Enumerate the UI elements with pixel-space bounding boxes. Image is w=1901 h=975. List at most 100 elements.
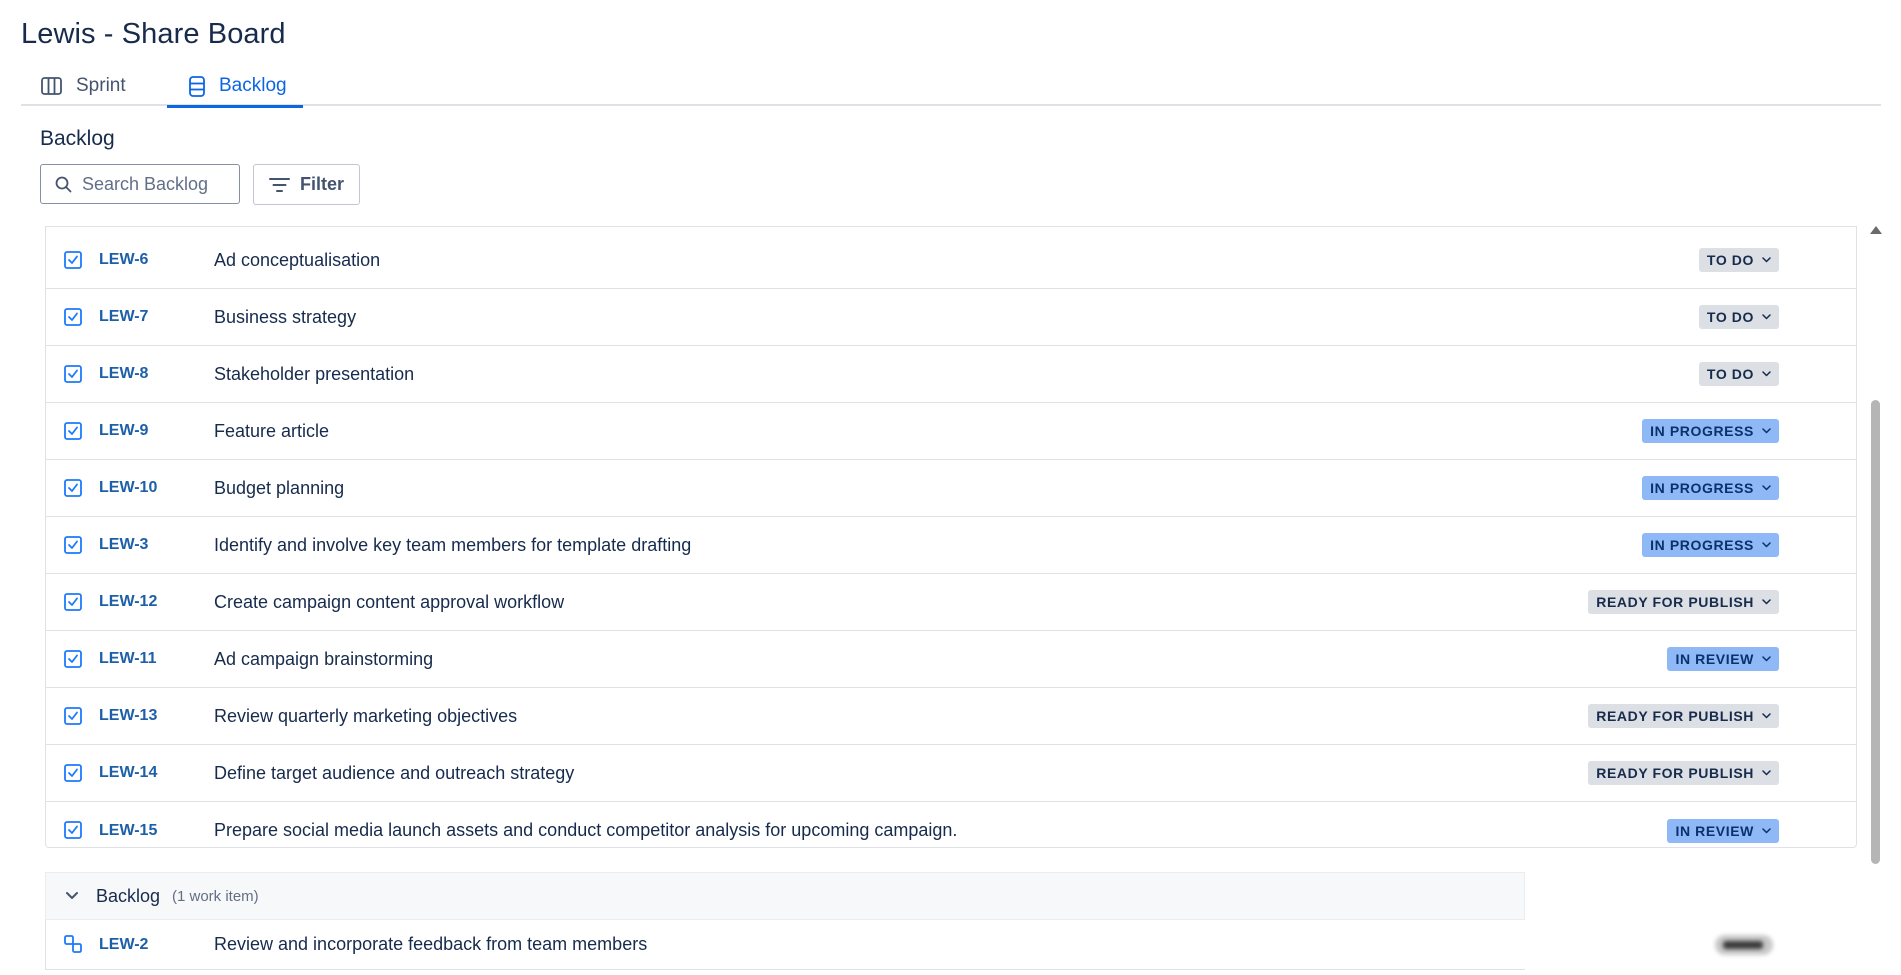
work-item-row[interactable]: LEW-9 Feature article IN PROGRESS xyxy=(46,403,1856,460)
chevron-down-icon xyxy=(1762,485,1771,491)
checkbox-task-icon xyxy=(64,821,82,839)
list-top-divider xyxy=(46,226,1856,227)
tab-sprint-label: Sprint xyxy=(76,75,126,96)
section-heading: Backlog xyxy=(40,127,115,150)
scroll-up-icon[interactable] xyxy=(1870,226,1882,234)
backlog-item-key[interactable]: LEW-2 xyxy=(99,936,148,954)
backlog-section-header[interactable]: Backlog (1 work item) xyxy=(45,872,1525,920)
status-dropdown[interactable]: READY FOR PUBLISH xyxy=(1588,590,1779,614)
checkbox-task-icon xyxy=(64,707,82,725)
work-item-row[interactable]: LEW-12 Create campaign content approval w… xyxy=(46,574,1856,631)
work-item-summary[interactable]: Define target audience and outreach stra… xyxy=(214,763,574,784)
status-dropdown[interactable]: IN PROGRESS xyxy=(1642,476,1779,500)
work-item-summary[interactable]: Prepare social media launch assets and c… xyxy=(214,820,957,841)
search-box[interactable] xyxy=(40,164,240,204)
chevron-down-icon xyxy=(1762,770,1771,776)
work-item-list: LEW-6 Ad conceptualisation TO DO LEW-7 Busin… xyxy=(45,226,1857,848)
work-item-summary[interactable]: Budget planning xyxy=(214,478,344,499)
work-item-key[interactable]: LEW-9 xyxy=(99,422,148,440)
checkbox-task-icon xyxy=(64,422,82,440)
checkbox-task-icon xyxy=(64,536,82,554)
search-input[interactable] xyxy=(82,173,232,195)
status-badge-obscured[interactable] xyxy=(1715,935,1773,955)
work-item-row[interactable]: LEW-3 Identify and involve key team membe… xyxy=(46,517,1856,574)
backlog-list-icon xyxy=(189,75,205,97)
chevron-down-icon xyxy=(1762,371,1771,377)
work-item-key[interactable]: LEW-6 xyxy=(99,251,148,269)
status-label: READY FOR PUBLISH xyxy=(1596,708,1754,724)
work-item-row[interactable]: LEW-14 Define target audience and outreac… xyxy=(46,745,1856,802)
chevron-down-icon xyxy=(1762,314,1771,320)
status-label: TO DO xyxy=(1706,252,1754,268)
work-item-row[interactable]: LEW-15 Prepare social media launch assets… xyxy=(46,802,1856,859)
work-item-row[interactable]: LEW-11 Ad campaign brainstorming IN REVIEW xyxy=(46,631,1856,688)
work-item-key[interactable]: LEW-12 xyxy=(99,593,157,611)
chevron-down-icon xyxy=(1762,656,1771,662)
checkbox-task-icon xyxy=(64,479,82,497)
checkbox-task-icon xyxy=(64,764,82,782)
status-label: TO DO xyxy=(1706,366,1754,382)
chevron-down-icon xyxy=(1762,257,1771,263)
work-item-row[interactable]: LEW-10 Budget planning IN PROGRESS xyxy=(46,460,1856,517)
tab-sprint[interactable]: Sprint xyxy=(41,66,126,106)
scrollbar[interactable] xyxy=(1868,226,1882,864)
tab-backlog-label: Backlog xyxy=(219,75,287,96)
status-label: IN PROGRESS xyxy=(1650,537,1754,553)
filter-icon xyxy=(268,177,290,192)
work-item-summary[interactable]: Review quarterly marketing objectives xyxy=(214,706,517,727)
chevron-down-icon xyxy=(1762,827,1771,833)
backlog-item-summary[interactable]: Review and incorporate feedback from tea… xyxy=(214,934,647,955)
status-dropdown[interactable]: IN PROGRESS xyxy=(1642,419,1779,443)
work-item-key[interactable]: LEW-10 xyxy=(99,479,157,497)
chevron-down-icon xyxy=(1762,542,1771,548)
work-item-row[interactable]: LEW-7 Business strategy TO DO xyxy=(46,289,1856,346)
backlog-item-count: (1 work item) xyxy=(172,887,259,905)
chevron-down-icon[interactable] xyxy=(66,891,78,900)
work-item-key[interactable]: LEW-13 xyxy=(99,707,157,725)
work-item-summary[interactable]: Business strategy xyxy=(214,307,356,328)
work-item-key[interactable]: LEW-3 xyxy=(99,536,148,554)
work-item-row[interactable]: LEW-6 Ad conceptualisation TO DO xyxy=(46,232,1856,289)
tab-backlog[interactable]: Backlog xyxy=(167,66,303,108)
status-dropdown[interactable]: TO DO xyxy=(1698,362,1779,386)
work-item-row[interactable]: LEW-13 Review quarterly marketing objecti… xyxy=(46,688,1856,745)
work-item-summary[interactable]: Ad conceptualisation xyxy=(214,250,380,271)
backlog-list-item[interactable]: LEW-2 Review and incorporate feedback fr… xyxy=(45,920,1525,970)
work-item-key[interactable]: LEW-11 xyxy=(99,650,156,668)
status-dropdown[interactable]: IN PROGRESS xyxy=(1642,533,1779,557)
chevron-down-icon xyxy=(1762,428,1771,434)
work-item-key[interactable]: LEW-8 xyxy=(99,365,148,383)
checkbox-task-icon xyxy=(64,308,82,326)
checkbox-task-icon xyxy=(64,251,82,269)
status-dropdown[interactable]: TO DO xyxy=(1698,248,1779,272)
work-item-key[interactable]: LEW-15 xyxy=(99,822,157,840)
columns-board-icon xyxy=(41,77,62,95)
work-item-summary[interactable]: Stakeholder presentation xyxy=(214,364,414,385)
work-item-summary[interactable]: Feature article xyxy=(214,421,329,442)
backlog-section-title: Backlog xyxy=(96,885,161,906)
work-item-row[interactable]: LEW-8 Stakeholder presentation TO DO xyxy=(46,346,1856,403)
work-item-key[interactable]: LEW-14 xyxy=(99,764,157,782)
checkbox-task-icon xyxy=(64,365,82,383)
status-label: READY FOR PUBLISH xyxy=(1596,765,1754,781)
status-dropdown[interactable]: IN REVIEW xyxy=(1667,647,1779,671)
work-item-key[interactable]: LEW-7 xyxy=(99,308,148,326)
view-tabs: Sprint Backlog xyxy=(21,66,1881,108)
page-title: Lewis - Share Board xyxy=(21,18,286,50)
status-label: IN PROGRESS xyxy=(1650,480,1754,496)
subtask-icon xyxy=(64,935,82,953)
status-label: TO DO xyxy=(1706,309,1754,325)
filter-button[interactable]: Filter xyxy=(253,164,360,205)
work-item-summary[interactable]: Ad campaign brainstorming xyxy=(214,649,433,670)
work-item-summary[interactable]: Identify and involve key team members fo… xyxy=(214,535,691,556)
checkbox-task-icon xyxy=(64,650,82,668)
status-dropdown[interactable]: IN REVIEW xyxy=(1667,818,1779,843)
status-dropdown[interactable]: READY FOR PUBLISH xyxy=(1588,704,1779,728)
work-item-summary[interactable]: Create campaign content approval workflo… xyxy=(214,592,564,613)
status-label: READY FOR PUBLISH xyxy=(1596,594,1754,610)
filter-label: Filter xyxy=(299,174,344,194)
scrollbar-thumb[interactable] xyxy=(1871,400,1880,864)
status-dropdown[interactable]: TO DO xyxy=(1698,305,1779,329)
status-label: IN PROGRESS xyxy=(1650,423,1754,439)
status-dropdown[interactable]: READY FOR PUBLISH xyxy=(1588,761,1779,785)
